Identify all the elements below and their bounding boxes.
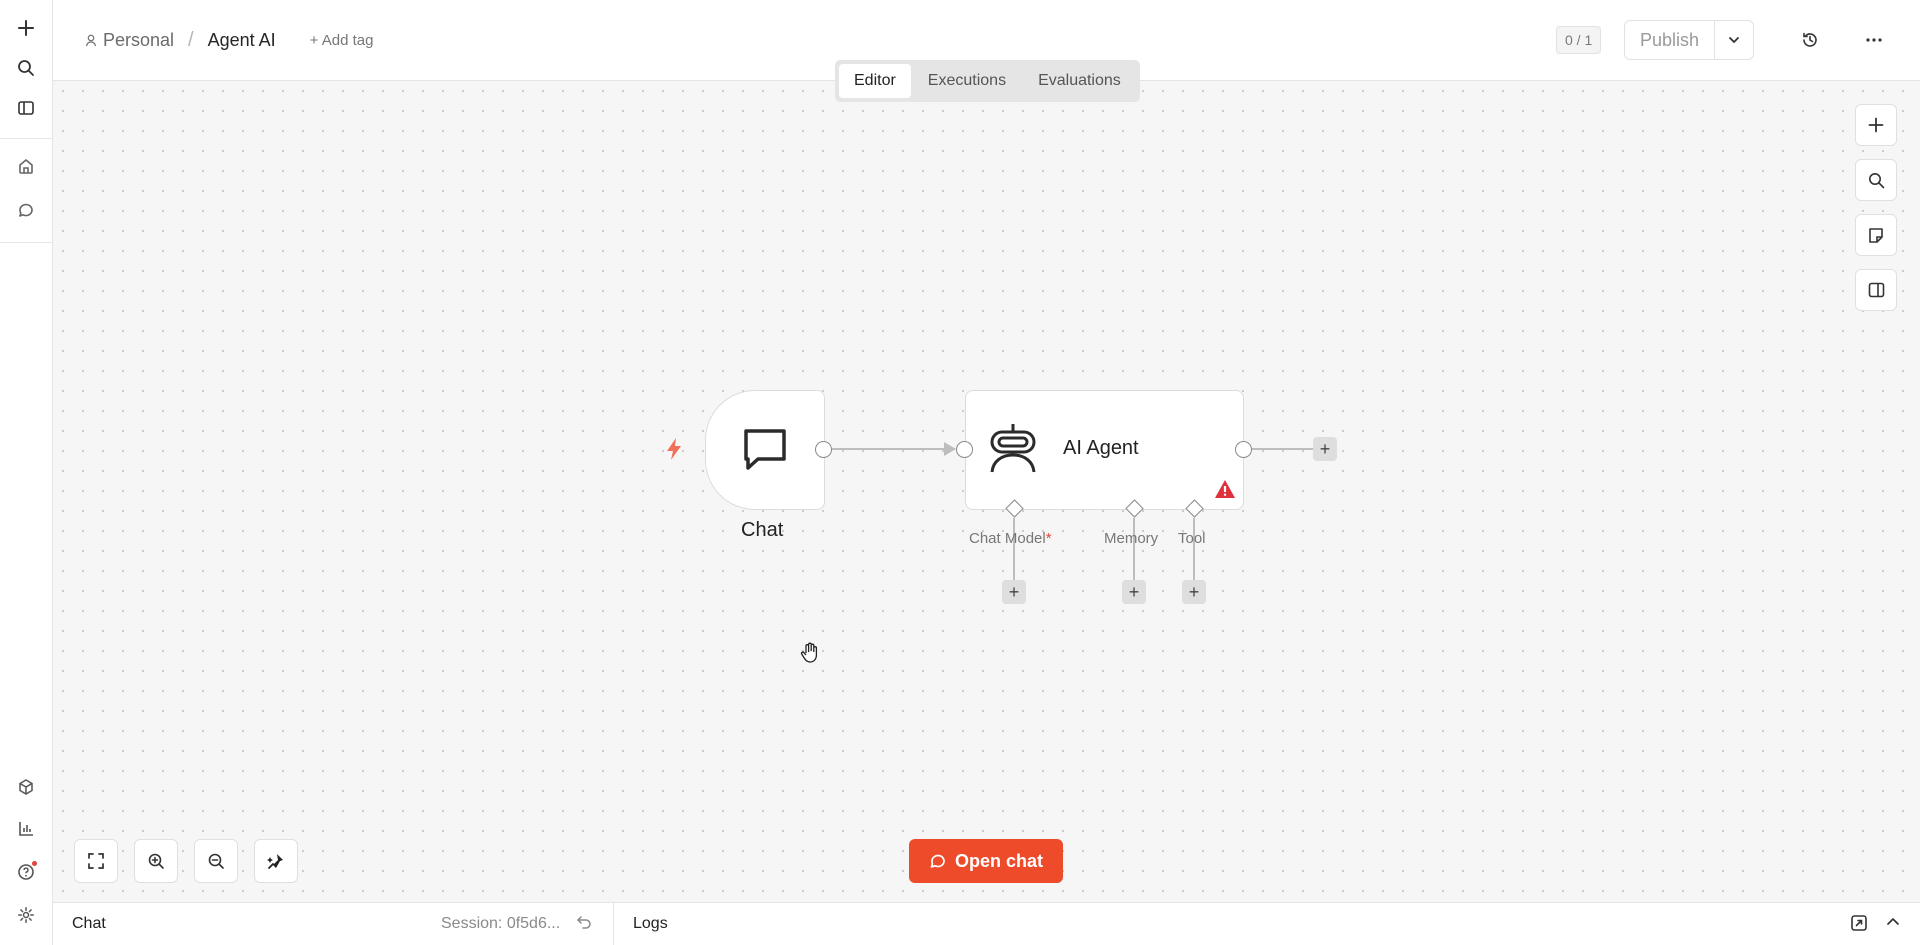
agent-output-handle[interactable] <box>1235 441 1252 458</box>
required-mark: * <box>1045 530 1052 547</box>
open-chat-label: Open chat <box>954 850 1043 871</box>
canvas-zoom-controls <box>74 839 298 883</box>
search-nodes-button[interactable] <box>1855 159 1897 201</box>
trigger-bolt-icon <box>664 437 684 466</box>
chat-bubble-icon <box>930 854 945 868</box>
zoom-out-icon <box>208 853 224 869</box>
fit-view-button[interactable] <box>74 839 118 883</box>
add-tool-button[interactable]: + <box>1182 580 1206 604</box>
tab-executions[interactable]: Executions <box>913 64 1021 98</box>
view-tabs: Editor Executions Evaluations <box>835 60 1140 102</box>
open-chat-button[interactable]: Open chat <box>909 839 1063 883</box>
ai-agent-node-label: AI Agent <box>1063 437 1139 459</box>
ai-agent-node[interactable]: AI Agent <box>965 390 1244 510</box>
hand-cursor-icon <box>800 642 820 669</box>
warning-icon[interactable] <box>1214 479 1236 499</box>
chat-output-handle[interactable] <box>815 441 832 458</box>
reset-session-icon[interactable] <box>576 914 592 935</box>
tool-label: Tool <box>1178 530 1206 547</box>
node-connections <box>832 442 1313 580</box>
search-icon <box>1868 172 1884 188</box>
chevron-up-icon[interactable] <box>1885 914 1901 935</box>
tab-evaluations[interactable]: Evaluations <box>1023 64 1136 98</box>
zoom-out-button[interactable] <box>194 839 238 883</box>
toggle-panel-button[interactable] <box>1855 269 1897 311</box>
sticky-note-icon <box>1869 227 1883 243</box>
zoom-in-button[interactable] <box>134 839 178 883</box>
panel-divider <box>613 903 614 945</box>
chat-model-label: Chat Model* <box>969 530 1052 547</box>
add-memory-button[interactable]: + <box>1122 580 1146 604</box>
robot-icon <box>990 424 1036 473</box>
session-id: Session: 0f5d6... <box>441 915 561 932</box>
memory-label: Memory <box>1104 530 1159 547</box>
tidy-up-icon <box>267 854 283 869</box>
tidy-up-button[interactable] <box>254 839 298 883</box>
bottom-panel: Chat Session: 0f5d6... Logs <box>53 902 1920 945</box>
add-next-node-button[interactable]: + <box>1313 437 1337 461</box>
zoom-in-icon <box>148 853 164 869</box>
logs-panel-title[interactable]: Logs <box>633 915 668 933</box>
chat-panel-title[interactable]: Chat <box>72 915 106 933</box>
plus-icon <box>1868 117 1884 133</box>
add-sticky-button[interactable] <box>1855 214 1897 256</box>
chat-trigger-node[interactable] <box>705 390 825 510</box>
add-chat-model-button[interactable]: + <box>1002 580 1026 604</box>
chat-node-label: Chat <box>741 519 784 541</box>
fit-view-icon <box>88 853 104 869</box>
add-node-button[interactable] <box>1855 104 1897 146</box>
pop-out-icon[interactable] <box>1850 914 1868 937</box>
panel-icon <box>1868 282 1884 298</box>
connection-arrowhead <box>944 442 956 456</box>
tab-editor[interactable]: Editor <box>839 64 911 98</box>
chat-model-label-text: Chat Model <box>969 530 1046 547</box>
canvas-side-toolbar <box>1855 104 1897 311</box>
agent-input-handle[interactable] <box>956 441 973 458</box>
chat-message-icon <box>744 429 786 470</box>
